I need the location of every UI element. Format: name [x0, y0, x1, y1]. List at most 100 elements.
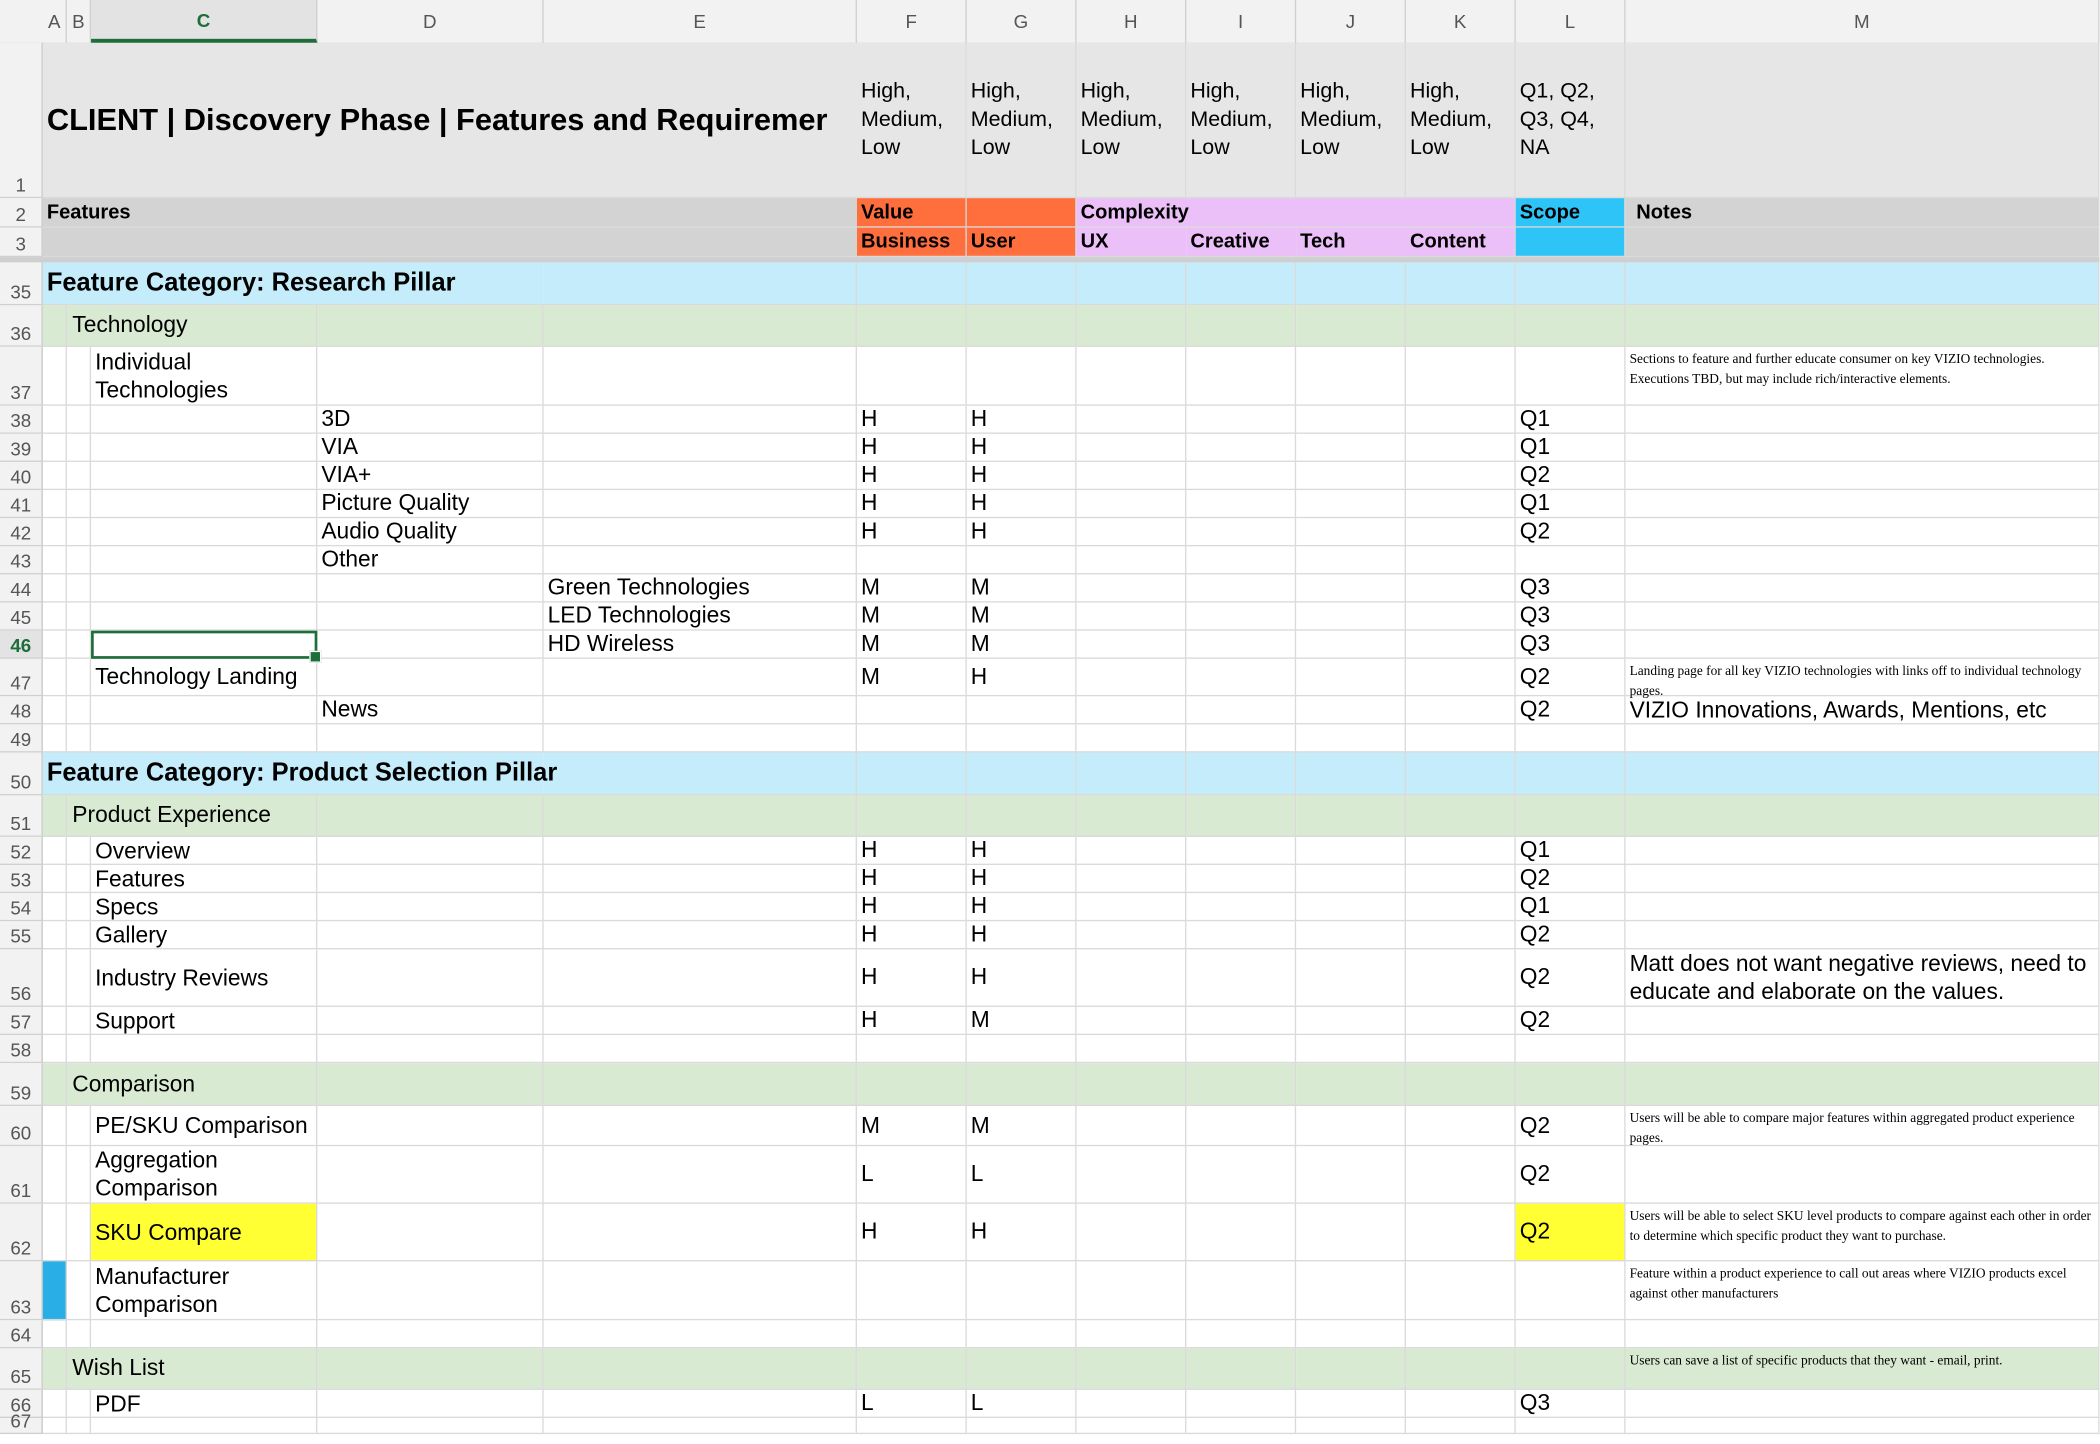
cell-b[interactable] [66, 696, 92, 725]
subcategory-fill[interactable] [1296, 305, 1406, 347]
feature-name[interactable]: Industry Reviews [91, 949, 318, 1007]
complexity-cell[interactable] [1076, 1006, 1187, 1036]
cell-c[interactable] [91, 1035, 318, 1064]
scope-cell[interactable]: Q2 [1515, 658, 1626, 697]
complexity-cell[interactable] [1405, 346, 1516, 406]
note-cell[interactable]: Users will be able to select SKU level p… [1625, 1203, 2100, 1262]
complexity-cell[interactable] [1186, 893, 1297, 922]
complexity-cell[interactable] [1186, 1006, 1297, 1036]
feature-name[interactable]: Manufacturer Comparison [91, 1261, 318, 1321]
subcategory-fill[interactable] [1186, 795, 1297, 837]
feature-name[interactable]: Aggregation Comparison [91, 1146, 318, 1204]
complexity-cell[interactable] [1296, 893, 1406, 922]
complexity-cell[interactable] [1186, 864, 1297, 894]
complexity-cell[interactable] [1296, 1389, 1406, 1419]
complexity-cell[interactable] [1405, 546, 1516, 575]
row-header[interactable]: 48 [0, 696, 43, 725]
value-header[interactable]: Value [856, 198, 967, 228]
category-fill[interactable] [1296, 262, 1406, 306]
note-cell[interactable] [1625, 574, 2100, 603]
cell-a[interactable] [42, 1035, 67, 1064]
complexity-cell[interactable] [1186, 1261, 1297, 1321]
complexity-cell[interactable] [1076, 1106, 1187, 1147]
cell-b[interactable] [66, 433, 92, 462]
cell-a[interactable] [42, 836, 67, 865]
feature-category[interactable]: Feature Category: Product Selection Pill… [42, 752, 557, 796]
column-header-h[interactable]: H [1077, 0, 1187, 43]
tech-header[interactable]: Tech [1296, 227, 1406, 258]
business-value-cell[interactable]: M [856, 630, 967, 659]
row-header[interactable]: 52 [0, 836, 43, 865]
business-value-cell[interactable]: L [856, 1389, 967, 1419]
complexity-cell[interactable] [1076, 433, 1187, 462]
business-value-cell[interactable] [856, 696, 967, 725]
feature-name[interactable]: LED Technologies [543, 602, 857, 631]
feature-name[interactable]: Other [317, 546, 544, 575]
cell-b[interactable] [66, 1418, 92, 1435]
cell-e[interactable] [543, 405, 857, 434]
complexity-cell[interactable] [1296, 433, 1406, 462]
row-header[interactable]: 50 [0, 752, 43, 796]
feature-category[interactable]: Feature Category: Research Pillar [42, 262, 544, 306]
complexity-cell[interactable] [1076, 1035, 1187, 1064]
cell-d[interactable] [317, 602, 544, 631]
row-header[interactable]: 62 [0, 1203, 43, 1262]
complexity-cell[interactable] [1405, 1106, 1516, 1147]
row-header[interactable]: 58 [0, 1035, 43, 1064]
subcategory-fill[interactable] [1296, 795, 1406, 837]
complexity-cell[interactable] [1186, 696, 1297, 725]
cell-e[interactable] [543, 1106, 857, 1147]
cell-c[interactable] [91, 461, 318, 491]
category-fill[interactable] [1076, 262, 1187, 306]
subcategory-fill[interactable] [1296, 1063, 1406, 1107]
ux-header[interactable]: UX [1076, 227, 1187, 258]
cell-c[interactable] [91, 405, 318, 434]
complexity-cell[interactable] [1296, 546, 1406, 575]
indent-cell[interactable] [42, 795, 67, 837]
category-fill[interactable] [543, 262, 857, 306]
subcategory-fill[interactable] [1076, 1063, 1187, 1107]
features-header[interactable]: Features [42, 198, 857, 228]
note-cell[interactable]: Users can save a list of specific produc… [1625, 1348, 2100, 1390]
complexity-cell[interactable] [1405, 949, 1516, 1007]
column-header-f[interactable]: F [857, 0, 967, 43]
row-header[interactable]: 35 [0, 262, 43, 306]
subcategory-fill[interactable] [543, 1348, 857, 1390]
features-subheader[interactable] [42, 227, 857, 258]
column-header-j[interactable]: J [1296, 0, 1406, 43]
subcategory-fill[interactable] [543, 795, 857, 837]
cell-e[interactable] [543, 1389, 857, 1419]
user-value-cell[interactable] [966, 1418, 1077, 1435]
user-value-cell[interactable]: H [966, 658, 1077, 697]
business-value-cell[interactable] [856, 724, 967, 753]
complexity-cell[interactable] [1076, 405, 1187, 434]
user-value-cell[interactable] [966, 1261, 1077, 1321]
complexity-cell[interactable] [1076, 836, 1187, 865]
complexity-cell[interactable] [1076, 1261, 1187, 1321]
user-value-cell[interactable]: H [966, 836, 1077, 865]
cell-a[interactable] [42, 921, 67, 950]
scope-cell[interactable]: Q2 [1515, 1106, 1626, 1147]
complexity-cell[interactable] [1076, 546, 1187, 575]
complexity-cell[interactable] [1405, 405, 1516, 434]
business-value-cell[interactable]: H [856, 1203, 967, 1262]
category-fill[interactable] [1076, 752, 1187, 796]
complexity-cell[interactable] [1076, 518, 1187, 547]
business-value-cell[interactable]: M [856, 602, 967, 631]
complexity-cell[interactable] [1186, 433, 1297, 462]
note-cell[interactable] [1625, 1146, 2100, 1204]
complexity-cell[interactable] [1296, 518, 1406, 547]
column-header-d[interactable]: D [317, 0, 544, 43]
complexity-cell[interactable] [1186, 949, 1297, 1007]
cell-b[interactable] [66, 658, 92, 697]
cell-a[interactable] [42, 574, 67, 603]
user-value-cell[interactable]: H [966, 893, 1077, 922]
cell-c[interactable] [91, 574, 318, 603]
complexity-cell[interactable] [1076, 1203, 1187, 1262]
cell-b[interactable] [66, 864, 92, 894]
complexity-cell[interactable] [1186, 630, 1297, 659]
column-header-c[interactable]: C [91, 0, 318, 43]
business-value-cell[interactable]: H [856, 949, 967, 1007]
feature-name[interactable]: Technology Landing [91, 658, 318, 697]
spreadsheet-grid[interactable]: A B C D E F G H I J K L M 1 CLIENT | Discovery Phase |… [0, 0, 2100, 1443]
